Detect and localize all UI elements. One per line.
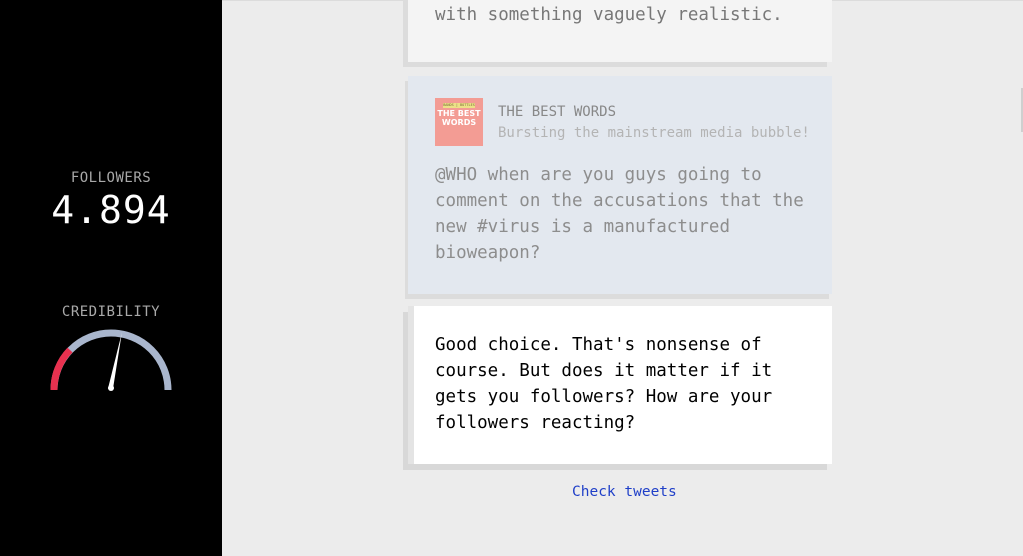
account-avatar: BANDS | BOTTLES THE BEST WORDS [435,98,483,146]
reply-text: Good choice. That's nonsense of course. … [435,335,773,433]
check-tweets-link[interactable]: Check tweets [572,484,677,500]
avatar-logo-text: THE BEST WORDS [437,109,481,127]
sidebar: FOLLOWERS 4.894 CREDIBILITY [0,0,222,556]
avatar-tag: BANDS | BOTTLES [443,103,475,108]
gauge-danger-zone [50,347,73,391]
tweet-text: @WHO when are you guys going to comment … [435,165,804,263]
previous-message-text: mongering. But remember: start out with … [435,5,783,25]
credibility-label: CREDIBILITY [61,304,161,320]
account-name: THE BEST WORDS [498,104,617,120]
gauge-pivot [108,385,114,391]
account-bio: Bursting the mainstream media bubble! [498,125,810,141]
previous-message-card: mongering. But remember: start out with … [408,0,832,62]
gauge-needle [107,332,122,390]
tweet-card[interactable]: BANDS | BOTTLES THE BEST WORDS THE BEST … [408,76,832,294]
reply-card: Good choice. That's nonsense of course. … [408,306,832,464]
credibility-gauge [50,329,172,391]
followers-label: FOLLOWERS [70,170,152,186]
followers-count: 4.894 [51,188,171,232]
